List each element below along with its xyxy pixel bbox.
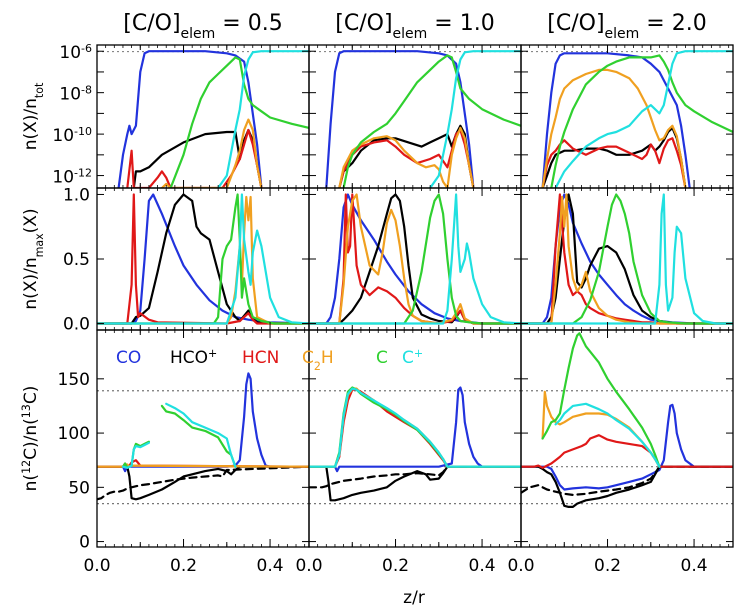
y-axis-label-row-3: n(12C)/n(13C)	[20, 386, 42, 492]
y-tick-exp: -10	[74, 125, 92, 138]
y-tick-label: 100	[58, 424, 90, 444]
column-title-value: = 2.0	[639, 11, 706, 36]
legend-entry: C	[376, 348, 388, 368]
y-axis-label-part: tot	[33, 82, 46, 98]
y-tick-label: 50	[68, 478, 90, 498]
y-tick-base: 10	[59, 43, 81, 63]
x-axis-label: z/r	[403, 588, 425, 608]
legend-entry-part: HCN	[242, 348, 279, 368]
y-tick-base: 10	[59, 85, 81, 105]
x-tick-label: 0.0	[83, 556, 110, 576]
x-tick-label: 0.2	[382, 556, 409, 576]
y-axis-label-part: (X)	[21, 208, 41, 233]
y-tick-label: 0	[79, 533, 90, 553]
column-title-sub: elem	[393, 26, 428, 42]
x-tick-label: 0.2	[594, 556, 621, 576]
legend-entry-part: C	[402, 348, 414, 368]
column-title-sub: elem	[181, 26, 216, 42]
column-title-sub: elem	[605, 26, 640, 42]
column-title-value: = 0.5	[215, 11, 282, 36]
y-axis-label-part: n(	[21, 474, 41, 491]
legend-entry: HCN	[242, 348, 279, 368]
column-title-value: = 1.0	[427, 11, 494, 36]
y-axis-label-part: C)/n(	[21, 418, 41, 460]
x-tick-label: 0.4	[469, 556, 496, 576]
y-tick-label: 150	[58, 370, 90, 390]
legend-entry-part: H	[321, 348, 334, 368]
y-tick-label: 1.0	[63, 185, 90, 205]
legend-entry-part: +	[414, 347, 423, 360]
x-tick-label: 0.2	[170, 556, 197, 576]
y-axis-label: n(12C)/n(13C)	[20, 386, 42, 492]
y-tick-base: 10	[52, 126, 74, 146]
y-tick-exp: -12	[74, 166, 92, 179]
y-axis-label-part: n(X)/n	[21, 98, 41, 150]
column-title-main: [C/O]	[123, 11, 180, 36]
x-tick-label: 0.0	[295, 556, 322, 576]
y-tick-label: 0.0	[63, 315, 90, 335]
legend-entry-part: 2	[314, 360, 321, 373]
legend-entry: CO	[116, 348, 141, 368]
legend-entry-part: CO	[116, 348, 141, 368]
column-title-main: [C/O]	[547, 11, 604, 36]
x-tick-label: 0.0	[507, 556, 534, 576]
y-axis-label-part: 12	[20, 460, 33, 474]
y-axis-label-part: 13	[20, 404, 33, 418]
x-tick-label: 0.4	[257, 556, 284, 576]
y-tick-label: 0.5	[63, 250, 90, 270]
legend-entry-part: +	[208, 347, 217, 360]
y-tick-exp: -8	[81, 83, 92, 96]
x-tick-label: 0.4	[681, 556, 708, 576]
y-axis-label-part: C)	[21, 386, 41, 405]
y-axis-label-part: n(X)/n	[21, 257, 41, 309]
figure-canvas: [C/O]elem = 0.5 [C/O]elem = 1.0 [C/O]elem …	[0, 0, 747, 616]
y-axis-label-part: max	[33, 233, 46, 258]
legend-entry-part: HCO	[170, 348, 208, 368]
legend-entry-part: C	[376, 348, 388, 368]
column-title-main: [C/O]	[335, 11, 392, 36]
legend-entry-part: C	[302, 348, 314, 368]
y-tick-exp: -6	[81, 42, 92, 55]
